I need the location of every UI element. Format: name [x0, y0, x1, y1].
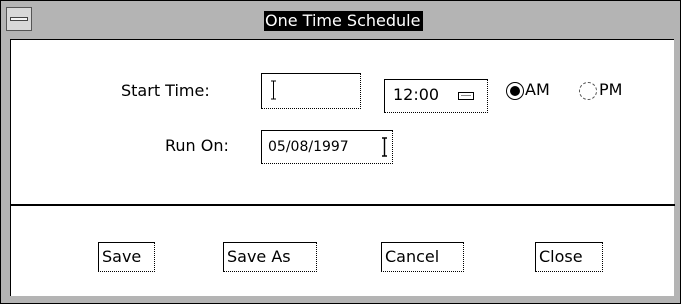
window-title: One Time Schedule [264, 11, 424, 31]
save-button[interactable]: Save [98, 242, 155, 272]
spinner-icon[interactable] [458, 92, 474, 100]
text-cursor-icon [382, 137, 387, 157]
window-menu-bar-icon [10, 17, 28, 21]
separator-line [11, 204, 675, 206]
cancel-button[interactable]: Cancel [381, 242, 464, 272]
time-spinner[interactable]: 12:00 [384, 79, 488, 113]
start-time-input[interactable] [261, 73, 361, 109]
dialog-content: Start Time: 12:00 AM PM Run On: 05/08/19… [10, 39, 675, 296]
am-radio[interactable] [506, 82, 524, 100]
pm-radio[interactable] [579, 82, 597, 100]
save-as-button[interactable]: Save As [223, 242, 317, 272]
close-button[interactable]: Close [535, 242, 603, 272]
pm-label[interactable]: PM [599, 80, 622, 100]
text-cursor-icon [271, 80, 276, 100]
run-on-label: Run On: [165, 136, 229, 155]
window-menu-icon[interactable] [6, 7, 32, 31]
one-time-schedule-window: One Time Schedule Start Time: 12:00 AM P… [0, 0, 681, 304]
window-border-bottom[interactable] [1, 296, 680, 303]
window-border-left[interactable] [1, 39, 10, 297]
run-on-value: 05/08/1997 [268, 139, 349, 155]
am-label[interactable]: AM [525, 80, 550, 100]
window-border-right[interactable] [674, 39, 680, 297]
run-on-input[interactable]: 05/08/1997 [261, 130, 393, 164]
time-value: 12:00 [393, 85, 440, 104]
start-time-label: Start Time: [121, 81, 210, 100]
